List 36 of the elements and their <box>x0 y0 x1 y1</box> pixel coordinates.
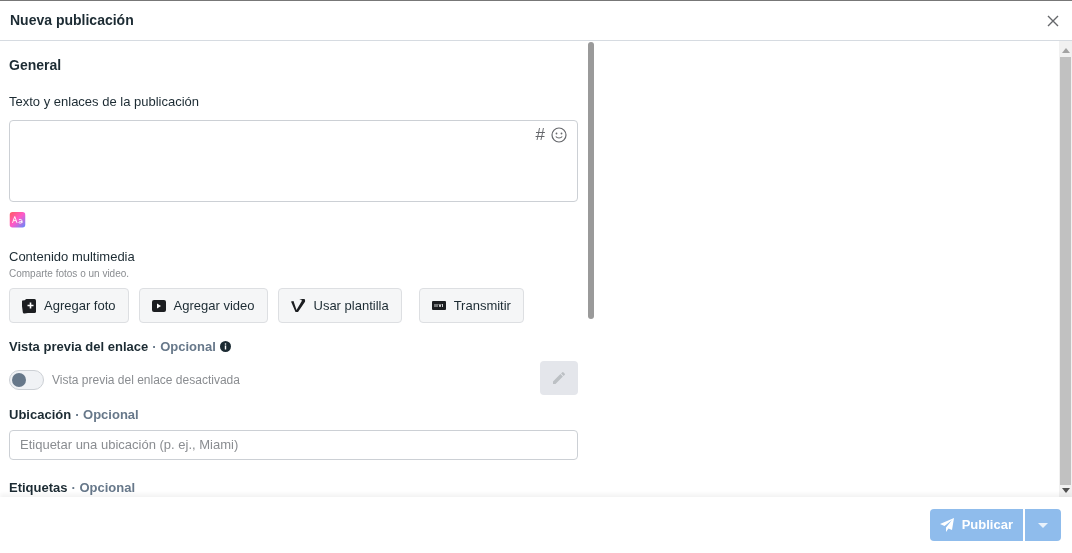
info-icon[interactable] <box>219 341 231 353</box>
location-field[interactable]: Etiquetar una ubicación (p. ej., Miami) <box>9 430 578 460</box>
window-title: Nueva publicación <box>10 11 134 30</box>
scrollbar-thumb[interactable] <box>1060 57 1071 485</box>
media-button[interactable]: Transmitir <box>418 288 524 324</box>
post-text-field[interactable]: # <box>9 119 578 203</box>
optional-label: · Opcional <box>71 478 136 497</box>
toggle-label: Vista previa del enlace desactivada <box>52 372 240 390</box>
close-icon[interactable] <box>1047 14 1059 27</box>
media-button[interactable]: Agregar video <box>138 288 268 324</box>
field-hint: Comparte fotos o un video. <box>9 267 131 282</box>
live-badge-icon <box>431 301 446 311</box>
hashtag-button[interactable]: # <box>535 125 545 144</box>
scrollbar-thumb[interactable] <box>588 42 594 319</box>
scroll-up-icon[interactable] <box>1061 48 1070 53</box>
field-label: Texto y enlaces de la publicación <box>9 93 201 111</box>
edit-button[interactable] <box>540 360 578 395</box>
v-letter-icon <box>290 299 306 313</box>
toggle-switch[interactable] <box>9 370 44 391</box>
section-title: General <box>9 56 63 75</box>
text-style-icon[interactable] <box>9 212 26 228</box>
field-label: Ubicación <box>9 405 72 424</box>
optional-label: · Opcional <box>152 338 216 357</box>
emoji-icon[interactable] <box>551 126 567 143</box>
field-label: Vista previa del enlace <box>9 338 149 357</box>
scroll-down-icon[interactable] <box>1061 488 1070 493</box>
send-icon <box>939 518 954 532</box>
optional-label: · Opcional <box>75 405 139 424</box>
pencil-icon <box>552 371 566 385</box>
media-button[interactable]: Usar plantilla <box>277 288 402 324</box>
field-label: Etiquetas <box>9 478 68 497</box>
play-icon <box>151 299 166 312</box>
field-label: Contenido multimedia <box>9 247 136 266</box>
photo-plus-icon <box>22 297 36 314</box>
caret-icon <box>1038 522 1048 528</box>
media-button[interactable]: Agregar foto <box>9 288 129 324</box>
